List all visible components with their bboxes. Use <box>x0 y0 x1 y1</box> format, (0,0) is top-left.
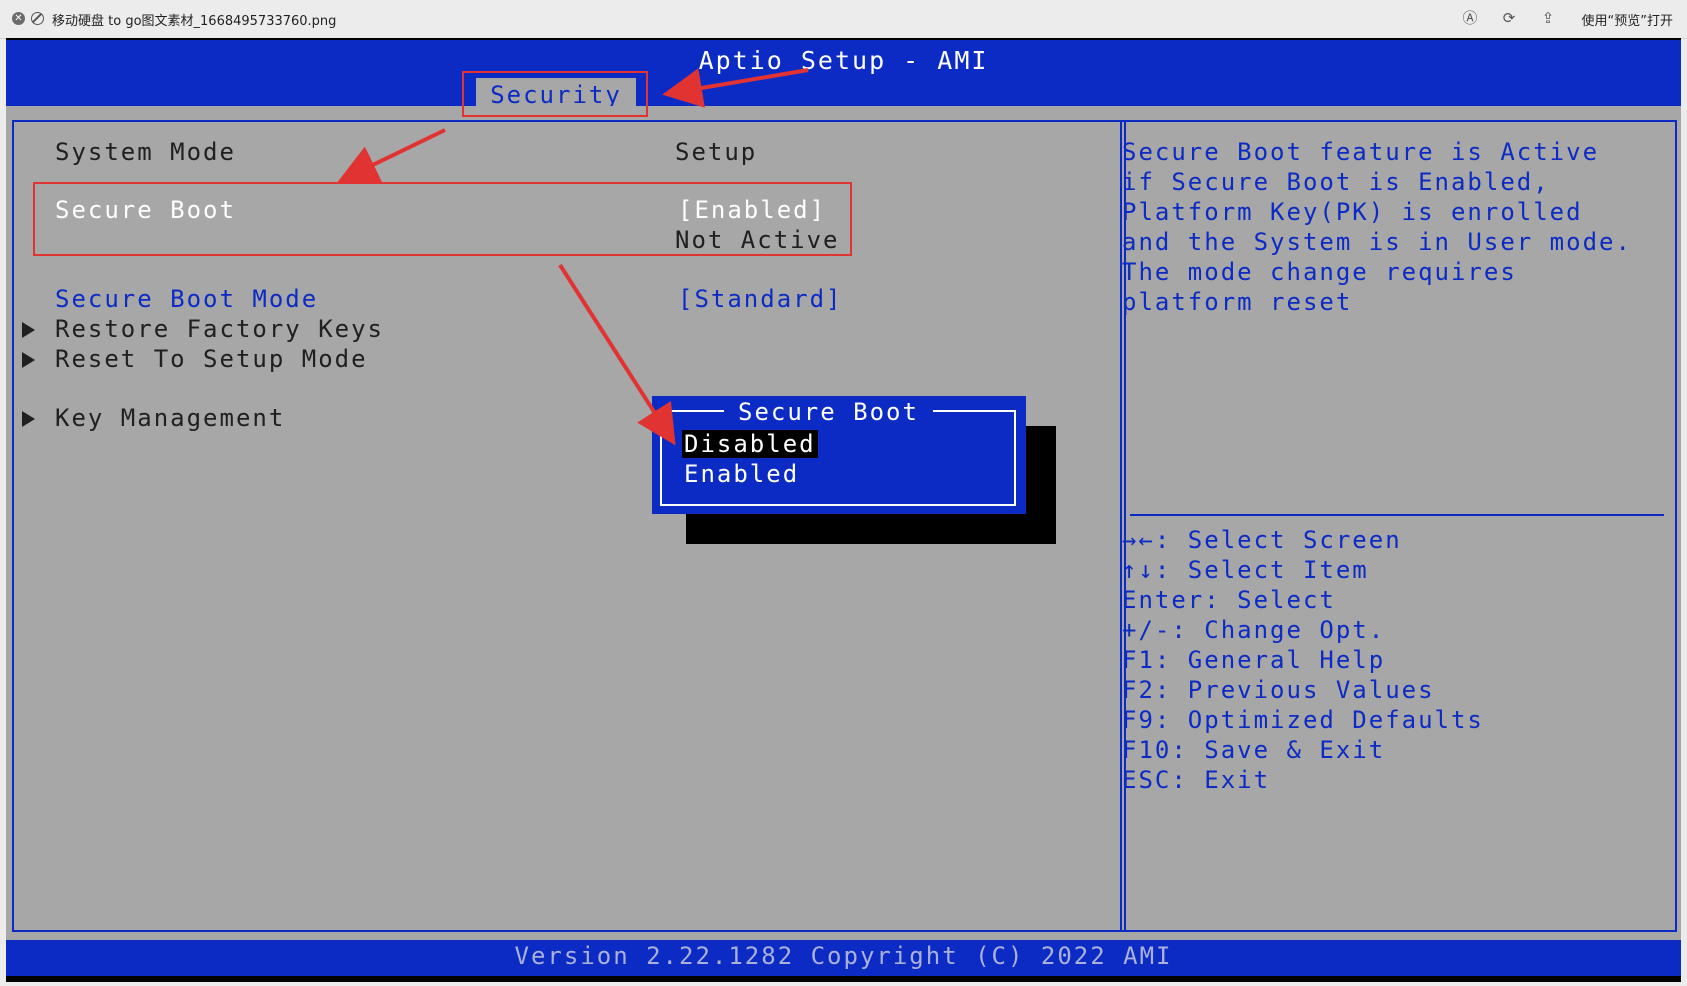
block-icon[interactable] <box>31 12 44 25</box>
help-text-line: platform reset <box>1122 288 1353 316</box>
markup-icon[interactable]: Ⓐ <box>1460 8 1480 28</box>
help-text-line: Secure Boot feature is Active <box>1122 138 1600 166</box>
version-text: Version 2.22.1282 Copyright (C) 2022 AMI <box>514 942 1173 970</box>
share-icon[interactable]: ⇪ <box>1538 8 1558 28</box>
open-with-preview-button[interactable]: 使用“预览”打开 <box>1582 10 1673 29</box>
secure-boot-mode-value[interactable]: [Standard] <box>678 285 843 313</box>
key-hint: F9: Optimized Defaults <box>1122 706 1484 734</box>
option-enabled[interactable]: Enabled <box>684 460 799 488</box>
window-titlebar: ✕ 移动硬盘 to go图文素材_1668495733760.png Ⓐ ⟳ ⇪… <box>0 0 1687 39</box>
key-hint: F2: Previous Values <box>1122 676 1435 704</box>
option-disabled[interactable]: Disabled <box>682 430 818 458</box>
key-management-item[interactable]: Key Management <box>55 404 285 432</box>
help-text-line: if Secure Boot is Enabled, <box>1122 168 1550 196</box>
bios-header: Aptio Setup - AMI Security <box>6 40 1681 114</box>
annotation-box-security-tab <box>462 71 648 117</box>
popup-title: Secure Boot <box>724 398 933 426</box>
key-hint: +/-: Change Opt. <box>1122 616 1386 644</box>
rotate-icon[interactable]: ⟳ <box>1499 8 1519 28</box>
key-hint: →←: Select Screen <box>1122 526 1402 554</box>
submenu-arrow-icon <box>22 411 35 427</box>
annotation-box-secure-boot <box>33 182 852 256</box>
bios-footer: Version 2.22.1282 Copyright (C) 2022 AMI <box>6 940 1681 976</box>
submenu-arrow-icon <box>22 322 35 338</box>
key-hint: Enter: Select <box>1122 586 1336 614</box>
help-divider <box>1130 514 1664 516</box>
key-hint: F10: Save & Exit <box>1122 736 1386 764</box>
window-filename: 移动硬盘 to go图文素材_1668495733760.png <box>52 14 337 29</box>
secure-boot-popup: Secure Boot Disabled Enabled <box>652 396 1026 514</box>
key-hint: ↑↓: Select Item <box>1122 556 1369 584</box>
help-text-line: Platform Key(PK) is enrolled <box>1122 198 1583 226</box>
secure-boot-mode-item[interactable]: Secure Boot Mode <box>55 285 318 313</box>
help-text-line: The mode change requires <box>1122 258 1517 286</box>
submenu-arrow-icon <box>22 352 35 368</box>
close-icon[interactable]: ✕ <box>12 12 25 25</box>
key-hint: ESC: Exit <box>1122 766 1271 794</box>
system-mode-value: Setup <box>675 138 758 166</box>
key-hint: F1: General Help <box>1122 646 1386 674</box>
reset-to-setup-mode-item[interactable]: Reset To Setup Mode <box>55 345 368 373</box>
help-text-line: and the System is in User mode. <box>1122 228 1632 256</box>
system-mode-label: System Mode <box>55 138 236 166</box>
restore-factory-keys-item[interactable]: Restore Factory Keys <box>55 315 384 343</box>
bios-title: Aptio Setup - AMI <box>698 46 989 75</box>
